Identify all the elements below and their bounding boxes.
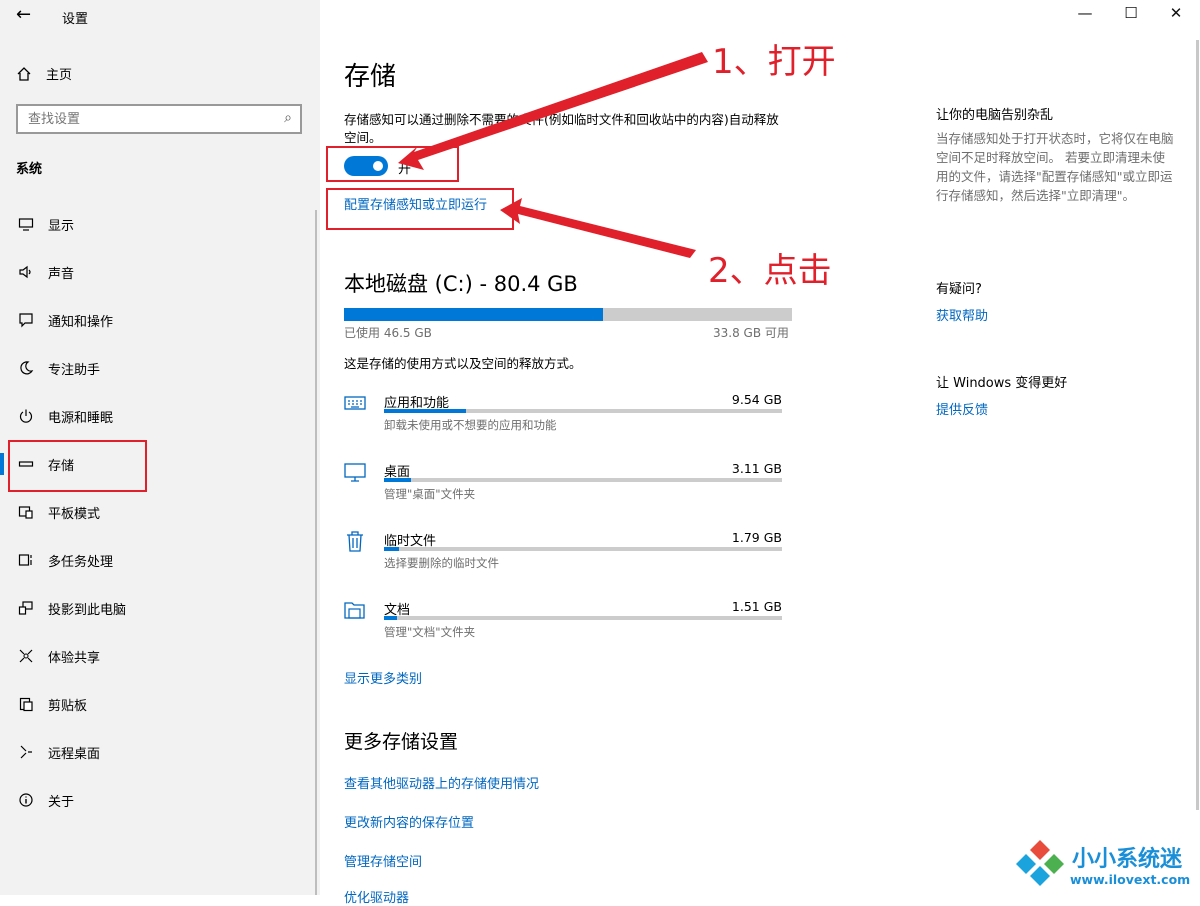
arrow-to-toggle xyxy=(398,52,708,170)
arrow-to-link xyxy=(500,198,696,258)
annotation-step2: 2、点击 xyxy=(708,251,832,291)
annotation-arrows xyxy=(398,52,708,258)
annotation-step1: 1、打开 xyxy=(712,42,836,82)
watermark-title: 小小系统迷 xyxy=(1072,847,1183,872)
watermark-url: www.ilovext.com xyxy=(1070,872,1191,887)
watermark-logo-icon xyxy=(1016,840,1064,886)
